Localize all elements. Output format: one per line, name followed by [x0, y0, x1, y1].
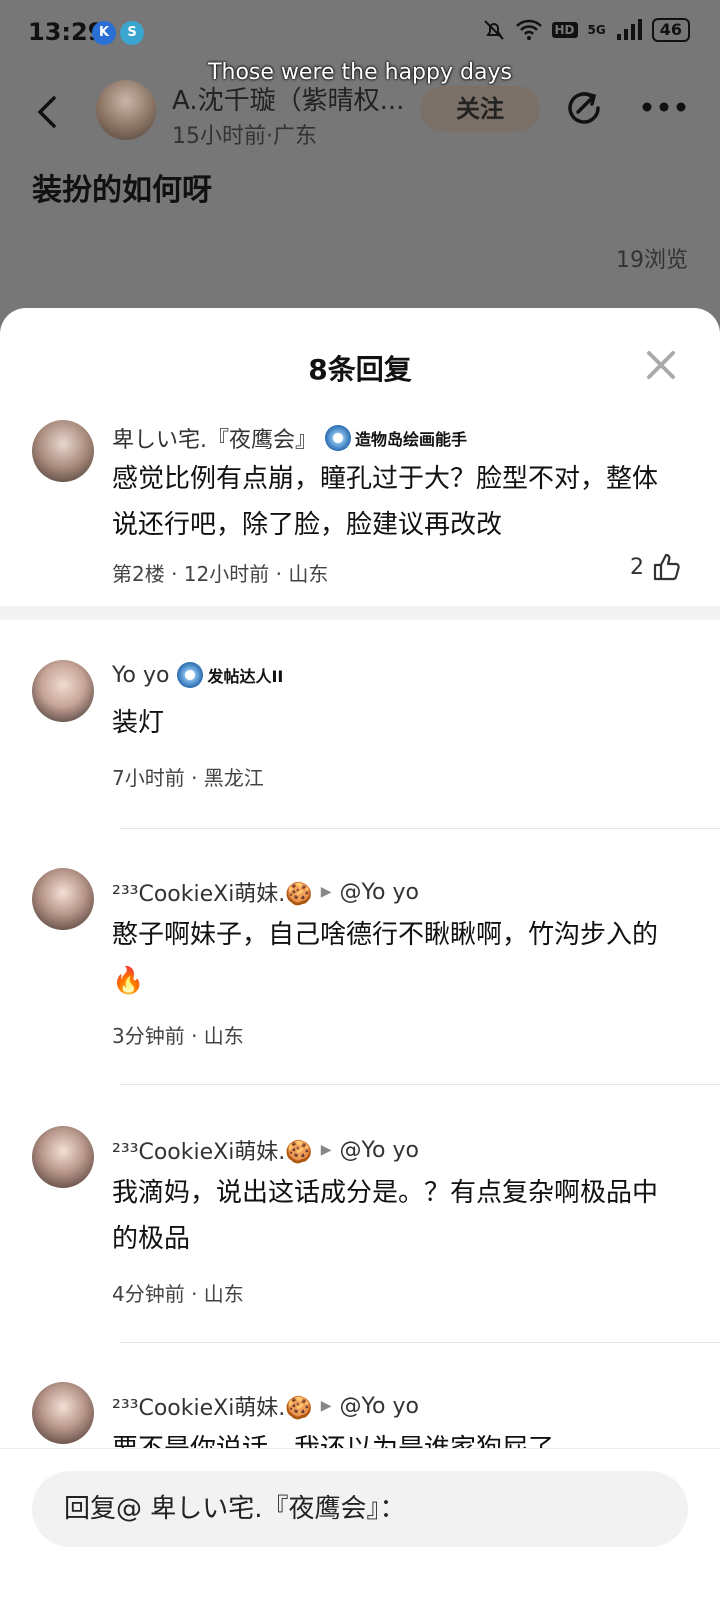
- reply-bar: 回复@ 卑しい宅.『夜鹰会』：: [0, 1448, 720, 1600]
- avatar[interactable]: [32, 1382, 94, 1444]
- comment-meta: 4分钟前 · 山东: [112, 1282, 244, 1306]
- share-icon[interactable]: [562, 86, 606, 130]
- comment-text: 装灯: [112, 708, 165, 738]
- user-badge: 造物岛绘画能手: [325, 425, 467, 451]
- post-header: A.沈千璇（紫晴权... 15小时前·广东 关注: [0, 80, 720, 150]
- author-avatar[interactable]: [96, 80, 156, 140]
- more-options-icon[interactable]: [640, 100, 688, 114]
- app-notification-icon-2: S: [120, 21, 144, 45]
- reply-to: @Yo yo: [339, 1393, 419, 1419]
- commenter-name-text: ²³³CookieXi萌妹.🍪: [112, 1396, 313, 1421]
- badge-icon: [325, 425, 351, 451]
- section-divider: [0, 606, 720, 620]
- reply-arrow-icon: ▶: [320, 884, 332, 900]
- comment-text: 感觉比例有点崩，瞳孔过于大？脸型不对，整体说还行吧，除了脸，脸建议再改改: [112, 464, 659, 540]
- avatar[interactable]: [32, 868, 94, 930]
- sheet-title: 8条回复: [308, 353, 412, 386]
- reply-item: Yo yo 发帖达人II 装灯 7小时前 · 黑龙江: [0, 658, 720, 798]
- divider: [120, 1342, 720, 1343]
- commenter-name-text: 卑しい宅.『夜鹰会』: [112, 428, 317, 453]
- status-bar: 13:29 K S HD 5G 46: [0, 0, 720, 66]
- follow-button[interactable]: 关注: [420, 86, 540, 132]
- battery-level: 46: [651, 18, 690, 42]
- user-badge: 发帖达人II: [177, 662, 283, 688]
- post-title: 装扮的如何呀: [32, 173, 212, 208]
- divider: [120, 828, 720, 829]
- avatar[interactable]: [32, 1126, 94, 1188]
- comment-meta: 3分钟前 · 山东: [112, 1024, 244, 1048]
- badge-label: 发帖达人II: [207, 667, 284, 686]
- comment-text: 我滴妈，说出这话成分是。？有点复杂啊极品中的极品: [112, 1178, 659, 1254]
- reply-to: @Yo yo: [339, 1137, 419, 1163]
- hd-indicator: HD: [551, 22, 578, 38]
- divider: [120, 1084, 720, 1085]
- comment-meta: 第2楼 · 12小时前 · 山东: [112, 562, 329, 586]
- signal-icon: [616, 19, 642, 40]
- badge-label: 造物岛绘画能手: [355, 430, 468, 449]
- commenter-name[interactable]: Yo yo 发帖达人II: [112, 662, 283, 688]
- commenter-name[interactable]: ²³³CookieXi萌妹.🍪 ▶ @Yo yo: [112, 876, 419, 908]
- avatar[interactable]: [32, 420, 94, 482]
- commenter-name-text: Yo yo: [112, 662, 170, 688]
- commenter-name-text: ²³³CookieXi萌妹.🍪: [112, 882, 313, 907]
- reply-to: @Yo yo: [339, 879, 419, 905]
- comment-text: 憨子啊妹子，自己啥德行不瞅瞅啊，竹沟步入的🔥: [112, 920, 659, 996]
- reply-item: ²³³CookieXi萌妹.🍪 ▶ @Yo yo 我滴妈，说出这话成分是。？有点…: [0, 1126, 720, 1326]
- replies-sheet: 8条回复 卑しい宅.『夜鹰会』 造物岛绘画能手 感觉比例有点崩，瞳孔过于大？脸型…: [0, 308, 720, 1600]
- app-notification-icon: K: [92, 21, 116, 45]
- badge-icon: [177, 662, 204, 688]
- author-name[interactable]: A.沈千璇（紫晴权...: [172, 80, 412, 117]
- view-count: 19浏览: [616, 248, 688, 273]
- back-arrow-icon[interactable]: [32, 92, 62, 132]
- mute-bell-icon: [483, 20, 504, 40]
- commenter-name[interactable]: ²³³CookieXi萌妹.🍪 ▶ @Yo yo: [112, 1390, 419, 1422]
- author-meta: 15小时前·广东: [172, 124, 317, 149]
- commenter-name-text: ²³³CookieXi萌妹.🍪: [112, 1140, 313, 1165]
- reply-arrow-icon: ▶: [320, 1142, 332, 1158]
- avatar[interactable]: [32, 660, 94, 722]
- background-post-page: 13:29 K S HD 5G 46 Those were the happy …: [0, 0, 720, 340]
- status-right: HD 5G 46: [482, 18, 690, 42]
- network-type: 5G: [587, 23, 606, 37]
- comment-meta: 7小时前 · 黑龙江: [112, 766, 264, 790]
- thumbs-up-icon: [653, 553, 680, 581]
- commenter-name[interactable]: ²³³CookieXi萌妹.🍪 ▶ @Yo yo: [112, 1134, 419, 1166]
- reply-input[interactable]: 回复@ 卑しい宅.『夜鹰会』：: [32, 1471, 688, 1547]
- main-comment: 卑しい宅.『夜鹰会』 造物岛绘画能手 感觉比例有点崩，瞳孔过于大？脸型不对，整体…: [0, 420, 720, 595]
- reply-arrow-icon: ▶: [320, 1398, 332, 1414]
- wifi-icon: [515, 19, 542, 40]
- commenter-name[interactable]: 卑しい宅.『夜鹰会』 造物岛绘画能手: [112, 422, 467, 454]
- close-icon[interactable]: [646, 350, 676, 380]
- like-count: 2: [630, 554, 644, 580]
- like-button[interactable]: 2: [630, 552, 682, 582]
- reply-item: ²³³CookieXi萌妹.🍪 ▶ @Yo yo 憨子啊妹子，自己啥德行不瞅瞅啊…: [0, 868, 720, 1068]
